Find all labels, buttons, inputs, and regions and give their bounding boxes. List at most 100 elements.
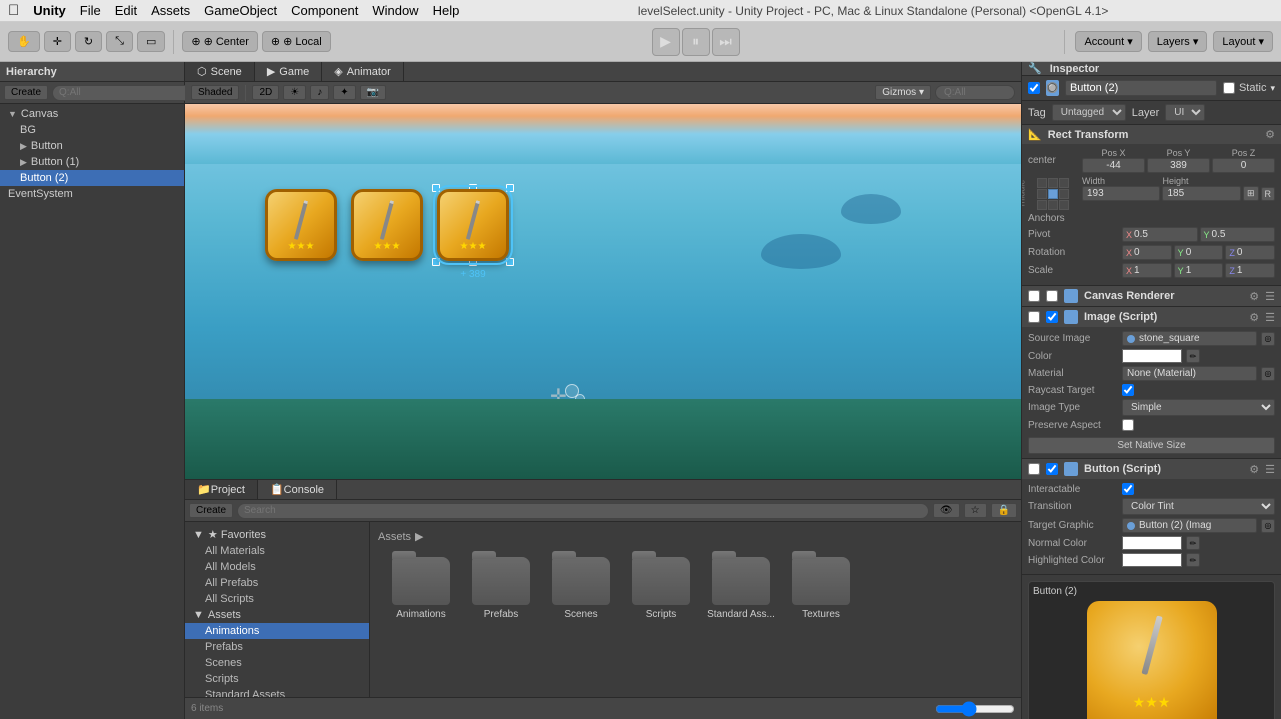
rot-x[interactable]: X0 bbox=[1122, 245, 1172, 260]
all-prefabs[interactable]: All Prefabs bbox=[185, 575, 369, 591]
material-ref[interactable]: None (Material) bbox=[1122, 366, 1257, 381]
h-button1[interactable]: ▶ Button (1) bbox=[0, 154, 184, 170]
sidebar-scripts[interactable]: Scripts bbox=[185, 671, 369, 687]
interactable-checkbox[interactable] bbox=[1122, 483, 1134, 495]
assets-lock-btn[interactable]: 🔒 bbox=[991, 503, 1017, 518]
pivot-x[interactable]: X0.5 bbox=[1122, 227, 1198, 242]
button-script-enable[interactable] bbox=[1046, 463, 1058, 475]
target-graphic-ref[interactable]: Button (2) (Imag bbox=[1122, 518, 1257, 533]
pivot-y[interactable]: Y0.5 bbox=[1200, 227, 1276, 242]
height-field[interactable] bbox=[1162, 186, 1240, 201]
image-toggle[interactable] bbox=[1028, 311, 1040, 323]
h-canvas[interactable]: ▼ Canvas bbox=[0, 106, 184, 122]
hierarchy-create-btn[interactable]: Create bbox=[4, 85, 48, 100]
posy-field[interactable] bbox=[1147, 158, 1210, 173]
scene-search[interactable] bbox=[935, 85, 1015, 100]
assets-star-btn[interactable]: ☆ bbox=[964, 503, 987, 518]
unity-menu[interactable]: Unity bbox=[33, 3, 66, 18]
highlighted-color-swatch[interactable] bbox=[1122, 553, 1182, 567]
account-dropdown[interactable]: Account ▾ bbox=[1075, 31, 1141, 52]
sidebar-animations[interactable]: Animations bbox=[185, 623, 369, 639]
image-menu[interactable]: ☰ bbox=[1265, 311, 1275, 324]
button-script-menu[interactable]: ☰ bbox=[1265, 463, 1275, 476]
preserve-aspect-checkbox[interactable] bbox=[1122, 419, 1134, 431]
normal-color-pick[interactable]: ✏ bbox=[1186, 536, 1200, 550]
obj-name-field[interactable] bbox=[1065, 80, 1217, 96]
console-tab[interactable]: 📋 Console bbox=[258, 480, 337, 499]
animator-tab[interactable]: ◈ Animator bbox=[322, 62, 404, 81]
sidebar-prefabs[interactable]: Prefabs bbox=[185, 639, 369, 655]
folder-scripts[interactable]: Scripts bbox=[626, 557, 696, 620]
audio-btn[interactable]: ♪ bbox=[310, 85, 329, 100]
folder-textures[interactable]: Textures bbox=[786, 557, 856, 620]
static-dropdown-arrow[interactable]: ▾ bbox=[1270, 83, 1275, 94]
rect-transform-header[interactable]: 📐 Rect Transform ⚙ bbox=[1022, 125, 1281, 144]
image-script-header[interactable]: Image (Script) ⚙ ☰ bbox=[1022, 307, 1281, 327]
file-menu[interactable]: File bbox=[80, 3, 101, 18]
button-script-toggle[interactable] bbox=[1028, 463, 1040, 475]
rect-tool[interactable]: ▭ bbox=[137, 31, 165, 52]
canvas-renderer-enable[interactable] bbox=[1046, 290, 1058, 302]
scale-y[interactable]: Y1 bbox=[1174, 263, 1224, 278]
posz-field[interactable] bbox=[1212, 158, 1275, 173]
image-settings[interactable]: ⚙ bbox=[1249, 311, 1259, 324]
static-checkbox[interactable] bbox=[1223, 82, 1235, 94]
tag-select[interactable]: Untagged bbox=[1052, 104, 1126, 121]
width-field[interactable] bbox=[1082, 186, 1160, 201]
sidebar-scenes[interactable]: Scenes bbox=[185, 655, 369, 671]
color-pick[interactable]: ✏ bbox=[1186, 349, 1200, 363]
material-pick[interactable]: ◎ bbox=[1261, 367, 1275, 381]
set-native-btn[interactable]: Set Native Size bbox=[1028, 437, 1275, 454]
apple-menu[interactable]:  bbox=[8, 2, 19, 19]
folder-animations[interactable]: Animations bbox=[386, 557, 456, 620]
fx-btn[interactable]: ✦ bbox=[333, 85, 355, 100]
normal-color-swatch[interactable] bbox=[1122, 536, 1182, 550]
center-btn[interactable]: ⊕ ⊕ Center bbox=[182, 31, 258, 52]
image-enable[interactable] bbox=[1046, 311, 1058, 323]
source-image-ref[interactable]: stone_square bbox=[1122, 331, 1257, 346]
h-eventsystem[interactable]: EventSystem bbox=[0, 186, 184, 202]
raycast-checkbox[interactable] bbox=[1122, 384, 1134, 396]
favorites-header[interactable]: ▼ ★ Favorites bbox=[185, 526, 369, 543]
play-button[interactable]: ▶ bbox=[652, 28, 680, 56]
help-menu[interactable]: Help bbox=[433, 3, 460, 18]
layout-dropdown[interactable]: Layout ▾ bbox=[1213, 31, 1273, 52]
reset-btn[interactable]: R bbox=[1261, 187, 1276, 201]
rect-transform-settings[interactable]: ⚙ bbox=[1265, 128, 1275, 141]
game-tab[interactable]: ▶ Game bbox=[255, 62, 322, 81]
rotate-tool[interactable]: ↻ bbox=[75, 31, 102, 52]
h-button[interactable]: ▶ Button bbox=[0, 138, 184, 154]
light-btn[interactable]: ☀ bbox=[283, 85, 306, 100]
sidebar-standard-assets[interactable]: Standard Assets bbox=[185, 687, 369, 697]
h-bg[interactable]: BG bbox=[0, 122, 184, 138]
all-scripts[interactable]: All Scripts bbox=[185, 591, 369, 607]
edit-menu[interactable]: Edit bbox=[115, 3, 137, 18]
canvas-renderer-settings[interactable]: ⚙ bbox=[1249, 290, 1259, 303]
button-script-settings[interactable]: ⚙ bbox=[1249, 463, 1259, 476]
transition-select[interactable]: Color Tint bbox=[1122, 498, 1275, 515]
all-materials[interactable]: All Materials bbox=[185, 543, 369, 559]
assets-eye-btn[interactable]: 👁 bbox=[933, 503, 960, 518]
h-button2[interactable]: Button (2) bbox=[0, 170, 184, 186]
layer-select[interactable]: UI bbox=[1165, 104, 1205, 121]
highlighted-color-pick[interactable]: ✏ bbox=[1186, 553, 1200, 567]
scene-view[interactable]: ★★★ ★★★ bbox=[185, 104, 1021, 479]
button-script-header[interactable]: Button (Script) ⚙ ☰ bbox=[1022, 459, 1281, 479]
rot-z[interactable]: Z0 bbox=[1225, 245, 1275, 260]
image-type-select[interactable]: Simple bbox=[1122, 399, 1275, 416]
level-btn-1[interactable]: ★★★ bbox=[265, 189, 337, 261]
size-slider[interactable] bbox=[935, 701, 1015, 717]
window-menu[interactable]: Window bbox=[372, 3, 418, 18]
2d-btn[interactable]: 2D bbox=[252, 85, 279, 100]
level-btn-3[interactable]: ★★★ bbox=[437, 189, 509, 261]
shaded-btn[interactable]: Shaded bbox=[191, 85, 239, 100]
move-tool[interactable]: ✛ bbox=[44, 31, 71, 52]
gameobject-menu[interactable]: GameObject bbox=[204, 3, 277, 18]
assets-menu[interactable]: Assets bbox=[151, 3, 190, 18]
anchor-grid[interactable] bbox=[1037, 178, 1069, 210]
local-btn[interactable]: ⊕ ⊕ Local bbox=[262, 31, 331, 52]
all-models[interactable]: All Models bbox=[185, 559, 369, 575]
folder-scenes[interactable]: Scenes bbox=[546, 557, 616, 620]
scene-tab[interactable]: ⬡ Scene bbox=[185, 62, 255, 81]
level-btn-2[interactable]: ★★★ bbox=[351, 189, 423, 261]
